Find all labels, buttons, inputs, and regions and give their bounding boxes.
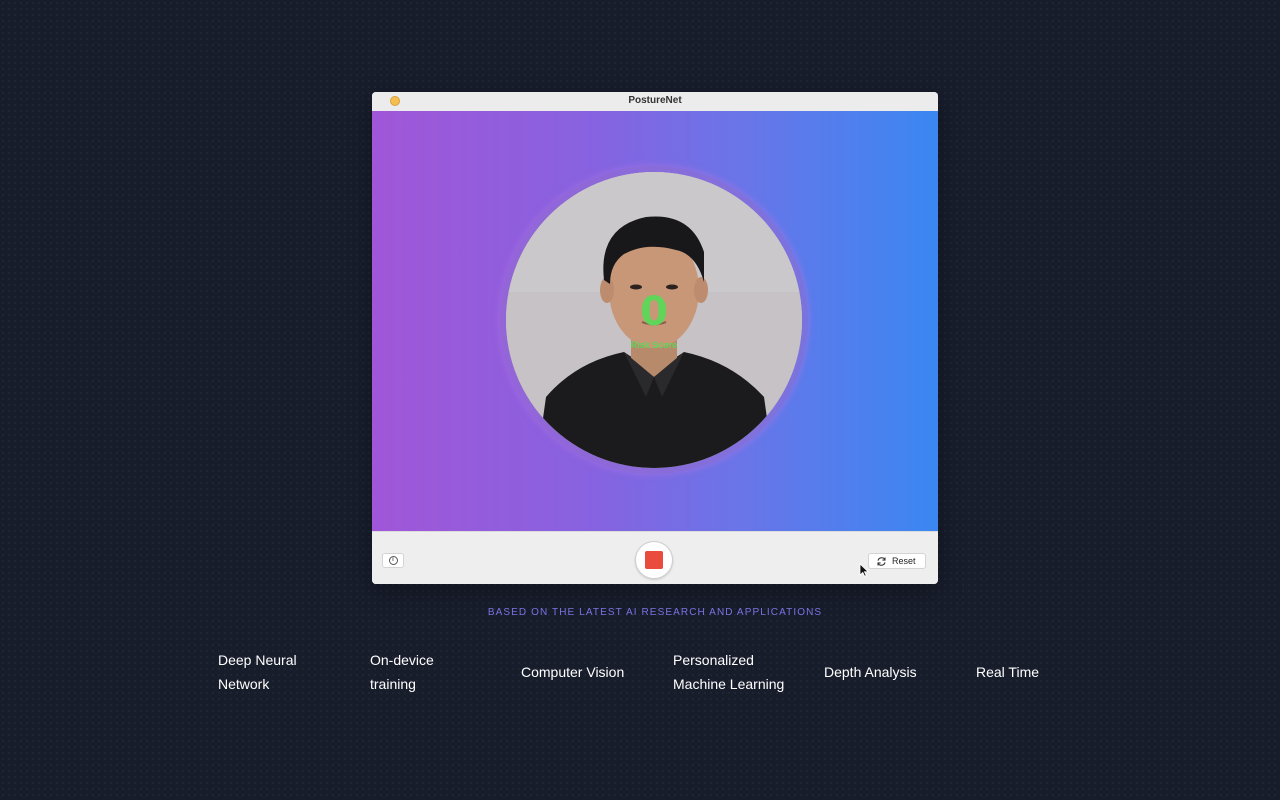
camera-panel: 0 Risk Score bbox=[372, 111, 938, 531]
feature-label: Real Time bbox=[976, 664, 1040, 680]
mouse-cursor-icon bbox=[859, 563, 869, 577]
app-window: PostureNet 0 Risk Score i Reset bbox=[372, 92, 938, 584]
feature-item-deep-neural-network: Deep Neural Network bbox=[218, 648, 297, 696]
feature-item-real-time: Real Time bbox=[976, 648, 1039, 696]
feature-item-personalized-machine-learning: Personalized Machine Learning bbox=[673, 648, 784, 696]
feature-label: Personalized bbox=[673, 652, 754, 668]
risk-score-value: 0 bbox=[640, 289, 668, 335]
feature-label: Computer Vision bbox=[521, 664, 625, 680]
feature-label: training bbox=[370, 676, 416, 692]
stop-icon bbox=[645, 551, 663, 569]
page: PostureNet 0 Risk Score i Reset BASED ON… bbox=[0, 0, 1280, 800]
tagline: BASED ON THE LATEST AI RESEARCH AND APPL… bbox=[487, 607, 823, 618]
risk-score: 0 Risk Score bbox=[506, 172, 802, 468]
feature-label: Machine Learning bbox=[673, 676, 785, 692]
title-bar[interactable]: PostureNet bbox=[372, 92, 938, 112]
feature-label: Network bbox=[218, 676, 270, 692]
info-icon: i bbox=[388, 556, 398, 565]
stop-recording-button[interactable] bbox=[635, 541, 673, 579]
feature-item-computer-vision: Computer Vision bbox=[521, 648, 624, 696]
feature-label: Deep Neural bbox=[218, 652, 297, 668]
risk-score-label: Risk Score bbox=[630, 340, 678, 350]
feature-item-depth-analysis: Depth Analysis bbox=[824, 648, 917, 696]
feature-label: Depth Analysis bbox=[824, 664, 917, 680]
bottom-toolbar: i Reset bbox=[372, 531, 938, 584]
info-button[interactable]: i bbox=[382, 553, 404, 568]
feature-item-on-device-training: On-device training bbox=[370, 648, 434, 696]
feature-list: Deep Neural Network On-device training C… bbox=[218, 648, 1118, 698]
reset-button[interactable]: Reset bbox=[868, 553, 926, 569]
reset-label: Reset bbox=[892, 556, 916, 566]
refresh-icon bbox=[877, 556, 886, 566]
feature-label: On-device bbox=[370, 652, 434, 668]
window-title: PostureNet bbox=[628, 95, 682, 106]
